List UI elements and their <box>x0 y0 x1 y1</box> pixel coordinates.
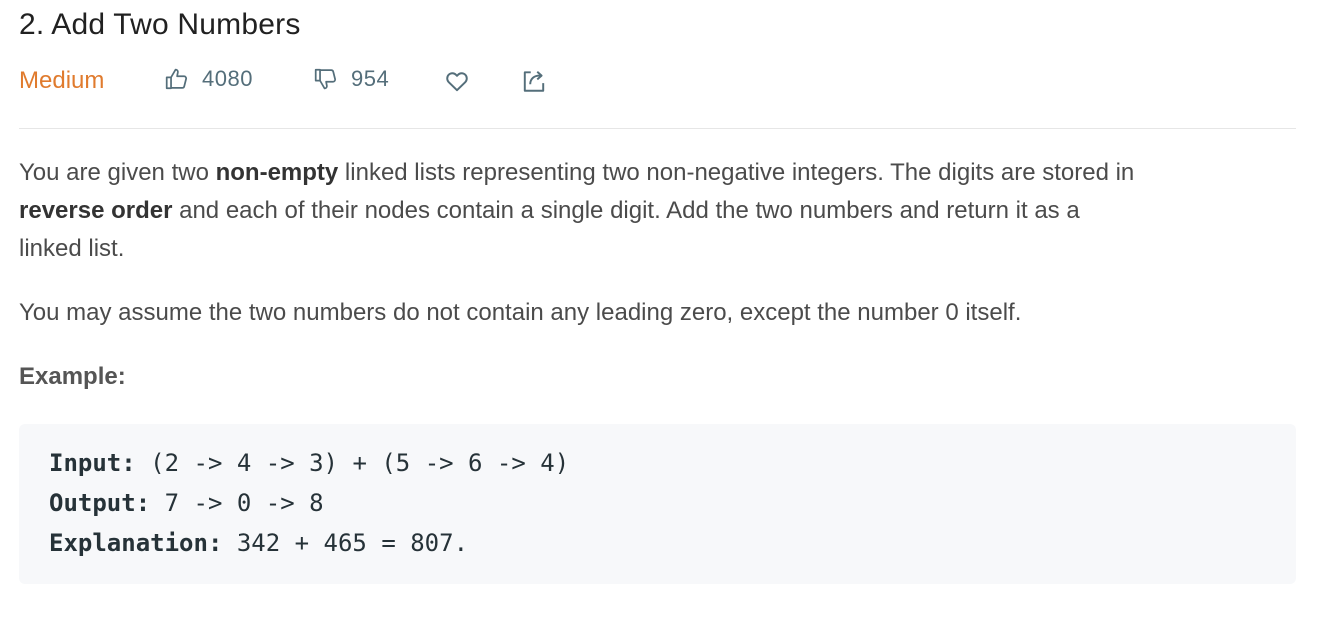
example-explanation-line: Explanation: 342 + 465 = 807. <box>49 523 1266 563</box>
thumbs-up-icon <box>164 66 190 92</box>
example-input-line: Input: (2 -> 4 -> 3) + (5 -> 6 -> 4) <box>49 443 1266 483</box>
example-code-block: Input: (2 -> 4 -> 3) + (5 -> 6 -> 4) Out… <box>19 424 1296 584</box>
text: linked lists representing two non-negati… <box>338 159 1135 186</box>
dislike-button[interactable]: 954 <box>313 64 389 94</box>
share-icon <box>521 68 547 94</box>
problem-meta: Medium 4080 954 <box>19 60 719 100</box>
share-button[interactable] <box>521 68 547 94</box>
output-label: Output: <box>49 489 151 517</box>
dislike-count: 954 <box>351 66 390 91</box>
explanation-label: Explanation: <box>49 529 223 557</box>
text: linked list. <box>19 235 125 262</box>
example-output-line: Output: 7 -> 0 -> 8 <box>49 483 1266 523</box>
input-value: (2 -> 4 -> 3) + (5 -> 6 -> 4) <box>135 449 570 477</box>
output-value: 7 -> 0 -> 8 <box>150 489 324 517</box>
bold-text: non-empty <box>215 159 339 186</box>
like-button[interactable]: 4080 <box>164 64 253 94</box>
problem-description: You are given two non-empty linked lists… <box>19 154 1299 396</box>
description-paragraph: You are given two non-empty linked lists… <box>19 154 1299 268</box>
explanation-value: 342 + 465 = 807. <box>222 529 469 557</box>
difficulty-badge: Medium <box>19 67 105 94</box>
bold-text: reverse order <box>19 197 173 224</box>
heart-icon <box>444 68 470 94</box>
description-paragraph: You may assume the two numbers do not co… <box>19 299 1022 326</box>
favorite-button[interactable] <box>444 68 470 94</box>
example-heading: Example: <box>19 363 126 390</box>
thumbs-down-icon <box>313 66 339 92</box>
text: You are given two <box>19 159 216 186</box>
text: and each of their nodes contain a single… <box>172 197 1080 224</box>
like-count: 4080 <box>202 66 253 91</box>
problem-title: 2. Add Two Numbers <box>19 8 301 41</box>
input-label: Input: <box>49 449 136 477</box>
divider <box>19 128 1296 129</box>
